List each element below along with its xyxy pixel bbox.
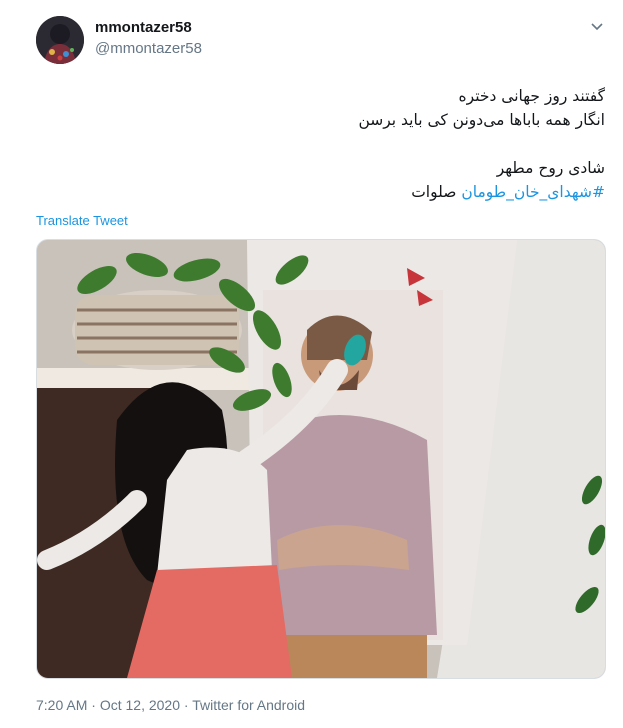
tweet-date[interactable]: Oct 12, 2020	[100, 697, 180, 713]
tweet-time[interactable]: 7:20 AM	[36, 697, 87, 713]
tweet-card: mmontazer58 @mmontazer58 گفتند روز جهانی…	[0, 0, 623, 728]
user-handle[interactable]: @mmontazer58	[95, 40, 202, 57]
tweet-line-1: گفتند روز جهانی دختره	[458, 87, 605, 105]
avatar-photo	[36, 16, 84, 64]
tweet-line-4-suffix: صلوات	[411, 183, 462, 201]
avatar[interactable]	[36, 16, 84, 64]
tweet-line-3: شادی روح مطهر	[496, 159, 605, 177]
meta-separator: ·	[87, 697, 100, 713]
tweet-source[interactable]: Twitter for Android	[192, 697, 305, 713]
translate-tweet-link[interactable]: Translate Tweet	[36, 213, 128, 228]
tweet-line-2: انگار همه باباها می‌دونن کی باید برسن	[358, 111, 605, 129]
tweet-photo[interactable]	[36, 239, 606, 679]
line-break	[45, 132, 605, 156]
display-name[interactable]: mmontazer58	[95, 19, 192, 36]
tweet-meta: 7:20 AM · Oct 12, 2020 · Twitter for And…	[36, 697, 305, 713]
photo-illustration	[37, 240, 605, 678]
tweet-line-4: #شهدای_خان_طومان صلوات	[45, 180, 605, 204]
hashtag-link[interactable]: #شهدای_خان_طومان	[461, 183, 605, 201]
chevron-down-icon[interactable]	[588, 20, 606, 34]
meta-separator: ·	[180, 697, 193, 713]
tweet-text: گفتند روز جهانی دختره انگار همه باباها م…	[45, 84, 605, 204]
